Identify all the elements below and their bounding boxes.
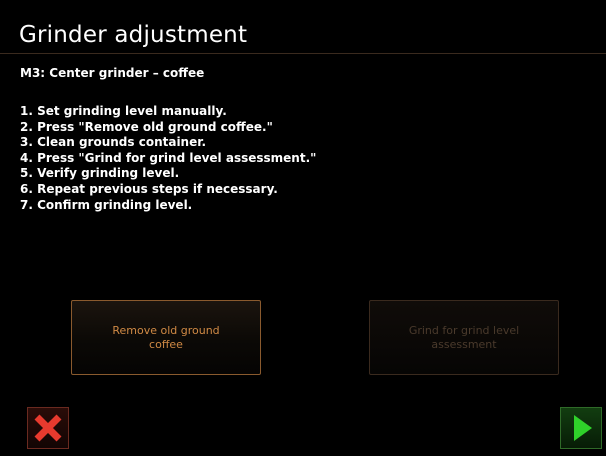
- instruction-list: 1. Set grinding level manually. 2. Press…: [20, 104, 316, 213]
- play-arrow-icon: [574, 415, 592, 441]
- page-title: Grinder adjustment: [19, 22, 248, 48]
- instruction-step: 3. Clean grounds container.: [20, 135, 207, 150]
- remove-old-ground-coffee-button[interactable]: Remove old ground coffee: [71, 300, 261, 375]
- grinder-adjustment-screen: Grinder adjustment M3: Center grinder – …: [0, 0, 606, 456]
- instruction-step: 6. Repeat previous steps if necessary.: [20, 181, 278, 196]
- instruction-step: 5. Verify grinding level.: [20, 166, 180, 181]
- title-divider: [0, 53, 606, 54]
- instruction-step: 2. Press "Remove old ground coffee.": [20, 119, 273, 134]
- close-icon: [34, 414, 62, 442]
- instruction-step: 1. Set grinding level manually.: [20, 104, 227, 118]
- page-subtitle: M3: Center grinder – coffee: [20, 66, 205, 80]
- cancel-button[interactable]: [27, 407, 69, 449]
- grind-button-label: Grind for grind level assessment: [408, 323, 520, 351]
- instruction-step: 4. Press "Grind for grind level assessme…: [20, 150, 317, 165]
- instruction-step: 7. Confirm grinding level.: [20, 197, 193, 212]
- grind-for-assessment-button[interactable]: Grind for grind level assessment: [369, 300, 559, 375]
- next-button[interactable]: [560, 407, 602, 449]
- remove-button-label: Remove old ground coffee: [112, 323, 220, 351]
